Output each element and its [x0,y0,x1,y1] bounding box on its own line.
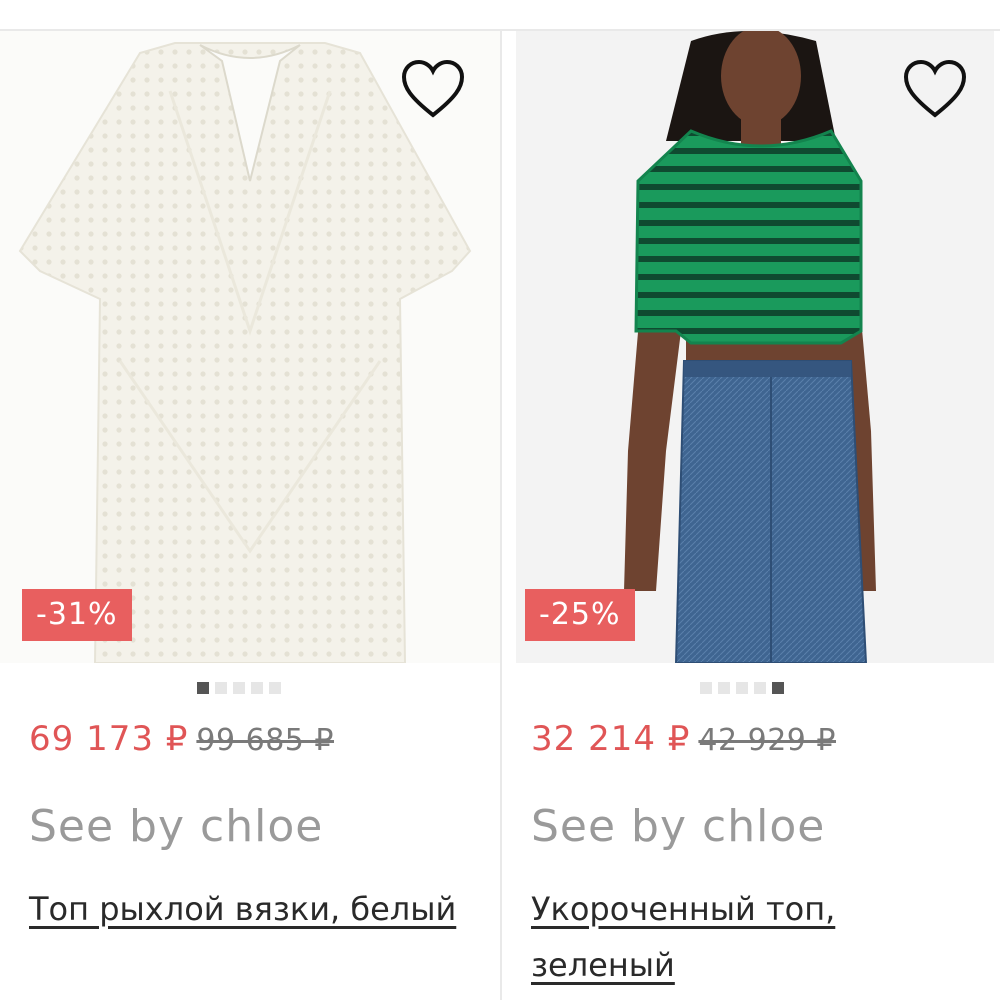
original-price: 99 685 ₽ [196,723,334,758]
image-carousel-dots[interactable] [700,682,784,694]
sale-price: 69 173 ₽ [29,719,189,759]
price-block: 69 173 ₽ 99 685 ₽ [29,719,334,765]
carousel-dot[interactable] [736,682,748,694]
heart-outline-icon [401,59,465,118]
carousel-dot[interactable] [754,682,766,694]
original-price: 42 929 ₽ [698,723,836,758]
product-card[interactable]: -31% 69 173 ₽ 99 685 ₽ See by chloe Топ … [0,31,500,1000]
green-cropped-top-illustration [516,31,994,663]
brand-name: See by chloe [531,801,826,852]
product-title-link[interactable]: Топ рыхлой вязки, белый [29,881,459,937]
carousel-dot[interactable] [251,682,263,694]
favorite-button[interactable] [400,59,466,121]
sale-price: 32 214 ₽ [531,719,691,759]
carousel-dot[interactable] [772,682,784,694]
carousel-dot[interactable] [233,682,245,694]
product-grid: -31% 69 173 ₽ 99 685 ₽ See by chloe Топ … [0,31,1000,1000]
product-image-white-knit-top[interactable] [0,31,500,663]
product-card[interactable]: -25% 32 214 ₽ 42 929 ₽ See by chloe Укор… [502,31,1000,1000]
favorite-button[interactable] [902,59,968,121]
discount-badge: -25% [525,589,635,641]
image-carousel-dots[interactable] [197,682,281,694]
carousel-dot[interactable] [215,682,227,694]
carousel-dot[interactable] [700,682,712,694]
heart-outline-icon [903,59,967,118]
price-block: 32 214 ₽ 42 929 ₽ [531,719,836,765]
product-title-link[interactable]: Укороченный топ, зеленый [531,881,961,993]
carousel-dot[interactable] [197,682,209,694]
carousel-dot[interactable] [269,682,281,694]
brand-name: See by chloe [29,801,324,852]
white-knit-top-illustration [0,31,500,663]
carousel-dot[interactable] [718,682,730,694]
product-image-green-cropped-top[interactable] [516,31,994,663]
discount-badge: -31% [22,589,132,641]
